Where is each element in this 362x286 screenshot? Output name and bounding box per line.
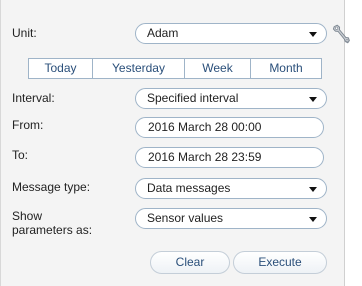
show-params-select-value: Sensor values [147, 211, 224, 225]
from-date-field[interactable]: 2016 March 28 00:00 [135, 117, 324, 138]
execute-button[interactable]: Execute [233, 251, 327, 274]
tab-month[interactable]: Month [251, 59, 321, 78]
quick-interval-tabs: Today Yesterday Week Month [28, 58, 322, 79]
wrench-icon[interactable] [332, 24, 350, 44]
show-params-select[interactable]: Sensor values [135, 208, 327, 229]
tab-today[interactable]: Today [29, 59, 93, 78]
interval-select[interactable]: Specified interval [135, 88, 327, 109]
clear-button[interactable]: Clear [150, 251, 230, 274]
unit-select-value: Adam [147, 26, 179, 40]
interval-label: Interval: [12, 91, 55, 105]
show-params-label-line1: Show [12, 209, 43, 223]
message-type-label: Message type: [12, 180, 91, 194]
tab-week[interactable]: Week [185, 59, 251, 78]
chevron-down-icon [309, 217, 317, 222]
message-type-select[interactable]: Data messages [135, 178, 327, 199]
unit-label: Unit: [12, 26, 37, 40]
to-label: To: [12, 148, 29, 162]
chevron-down-icon [309, 32, 317, 37]
to-date-value: 2016 March 28 23:59 [148, 150, 262, 164]
from-date-value: 2016 March 28 00:00 [148, 120, 262, 134]
tab-yesterday[interactable]: Yesterday [93, 59, 185, 78]
from-label: From: [12, 118, 44, 132]
messages-query-panel: Unit: Adam Today Yesterday Week Month In… [0, 0, 350, 286]
chevron-down-icon [309, 97, 317, 102]
chevron-down-icon [309, 187, 317, 192]
to-date-field[interactable]: 2016 March 28 23:59 [135, 147, 324, 168]
message-type-select-value: Data messages [147, 181, 231, 195]
interval-select-value: Specified interval [147, 91, 239, 105]
unit-select[interactable]: Adam [135, 23, 327, 44]
show-params-label-line2: parameters as: [12, 223, 93, 237]
